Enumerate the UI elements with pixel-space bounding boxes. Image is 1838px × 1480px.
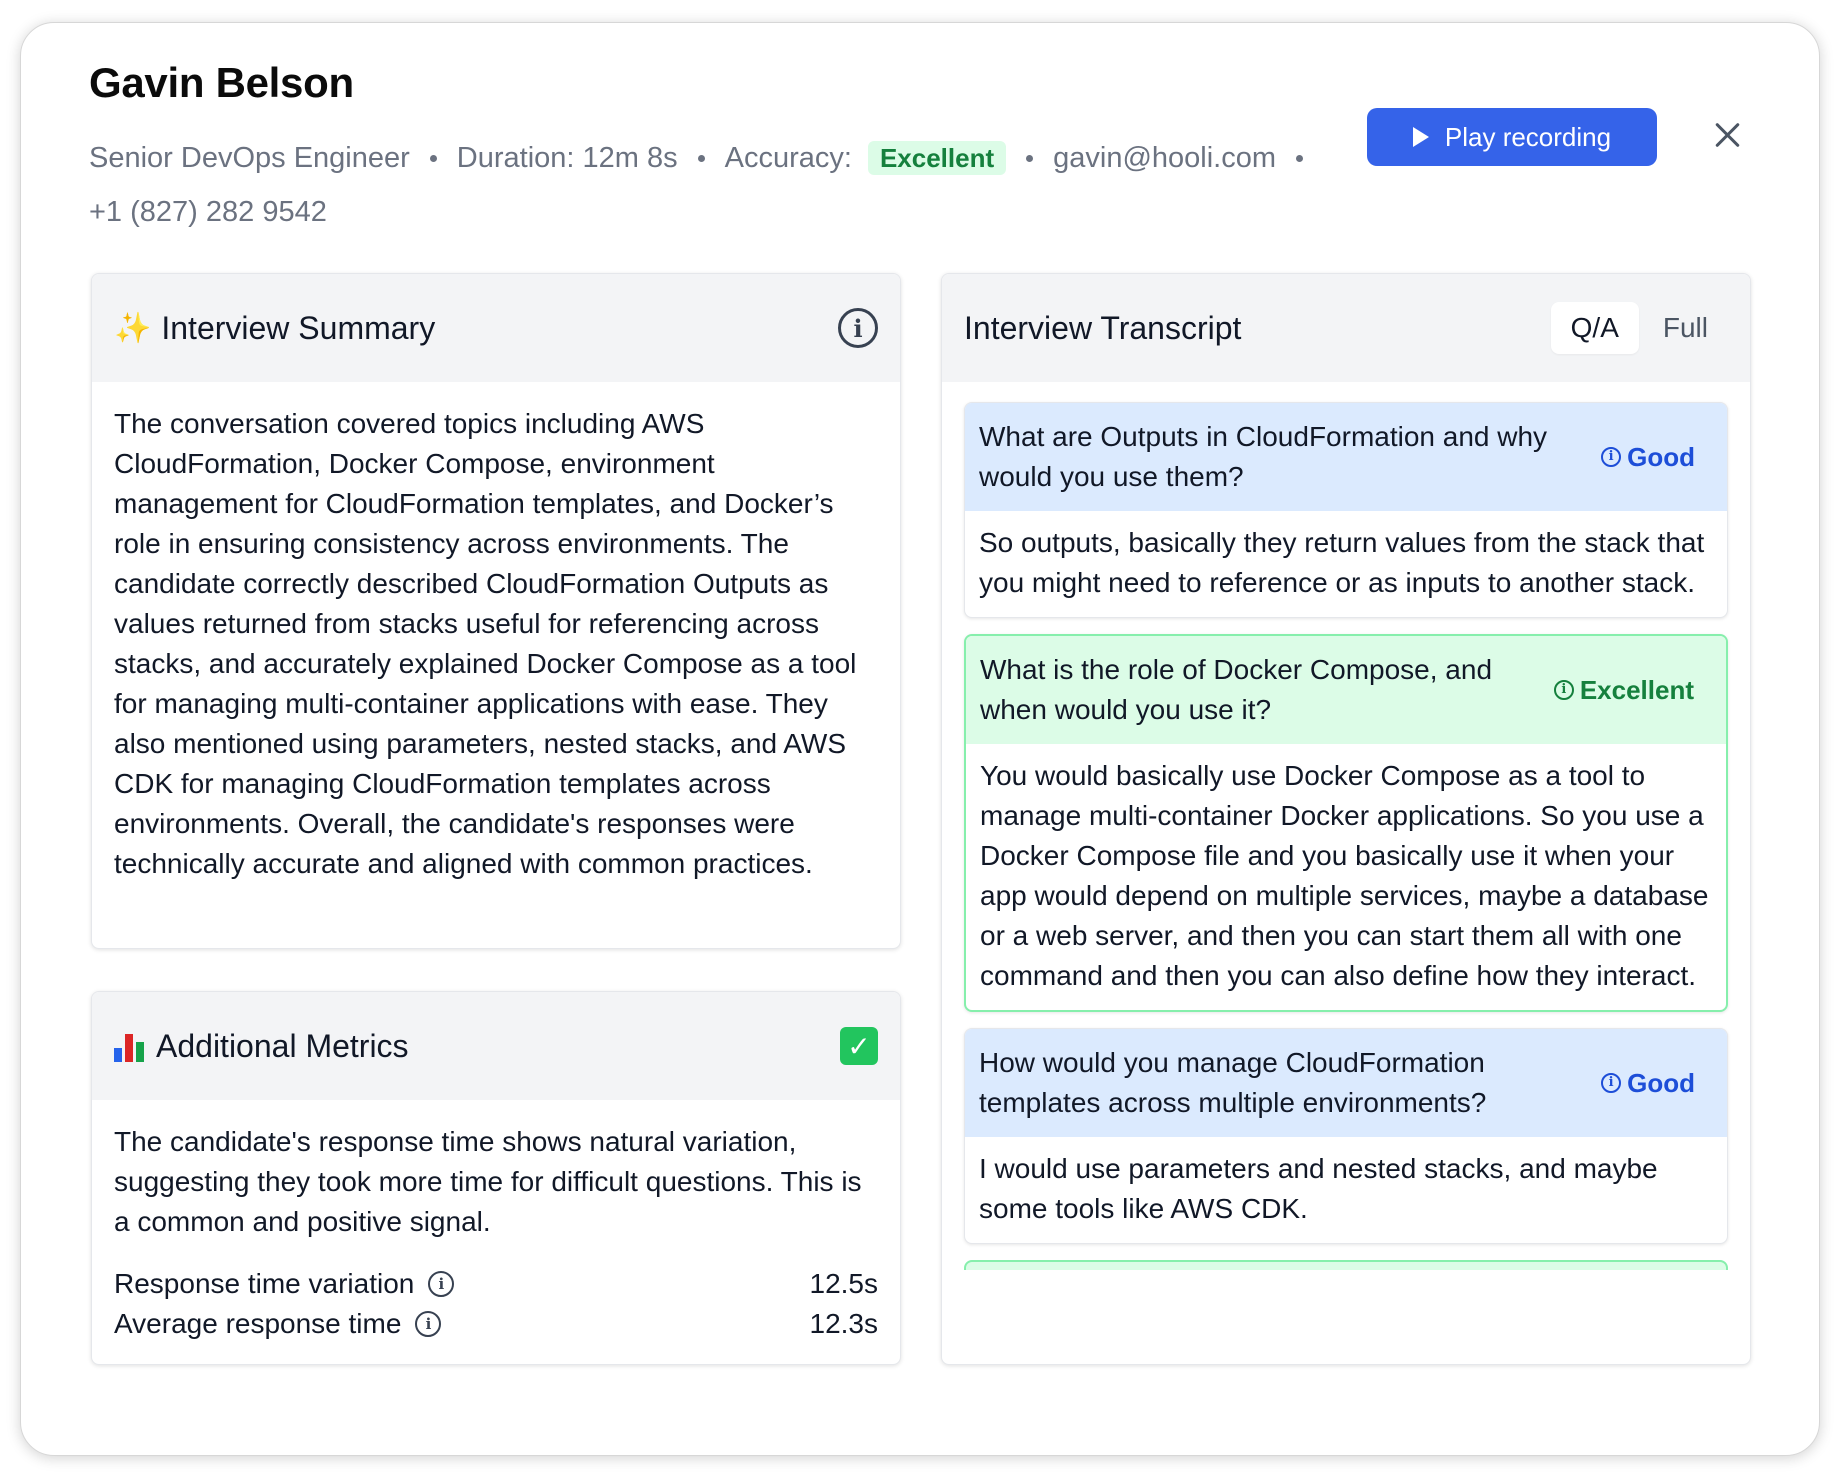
candidate-name: Gavin Belson [89, 59, 354, 106]
play-icon [1412, 127, 1429, 147]
interview-duration: Duration: 12m 8s [456, 142, 678, 174]
rating-badge[interactable]: i Good [1601, 1063, 1713, 1103]
metric-row: Response time variation i 12.5s [114, 1264, 878, 1304]
metric-label: Response time variation i [114, 1264, 455, 1304]
metric-row: Average response time i 12.3s [114, 1304, 878, 1344]
qa-item: What are Outputs in CloudFormation and w… [964, 402, 1728, 618]
separator-dot [429, 154, 437, 162]
metrics-body: The candidate's response time shows natu… [92, 1100, 900, 1364]
qa-list: What are Outputs in CloudFormation and w… [964, 402, 1728, 1270]
qa-question: How would you manage CloudFormation temp… [979, 1047, 1487, 1118]
candidate-email[interactable]: gavin@hooli.com [1053, 131, 1276, 185]
info-icon[interactable]: i [838, 308, 878, 348]
additional-metrics-card: Additional Metrics ✓ The candidate's res… [91, 991, 901, 1365]
rating-badge[interactable]: i Good [1601, 437, 1713, 477]
summary-header: ✨ Interview Summary i [92, 274, 900, 382]
rating-label: Good [1627, 1068, 1695, 1098]
page: Gavin Belson Senior DevOps Engineer Dura… [0, 0, 1838, 1480]
separator-dot [1026, 154, 1034, 162]
close-icon[interactable] [1707, 115, 1747, 155]
qa-item: How would you manage CloudFormation temp… [964, 1028, 1728, 1244]
info-icon[interactable]: i [428, 1271, 455, 1297]
candidate-meta: Senior DevOps Engineer Duration: 12m 8s … [89, 131, 1329, 239]
sparkles-icon: ✨ [114, 311, 152, 345]
metric-label-text: Response time variation [114, 1268, 415, 1299]
bar-chart-icon [114, 1030, 146, 1062]
candidate-role: Senior DevOps Engineer [89, 142, 410, 174]
rating-label: Excellent [1579, 675, 1694, 705]
info-icon: i [1601, 1073, 1622, 1093]
info-icon[interactable]: i [415, 1311, 442, 1337]
metric-label-text: Average response time [114, 1308, 402, 1339]
transcript-view-toggle: Q/A Full [1550, 302, 1728, 354]
info-icon: i [1553, 680, 1574, 700]
metric-value: 12.5s [809, 1268, 879, 1299]
play-recording-label: Play recording [1444, 121, 1612, 152]
separator-dot [697, 154, 705, 162]
qa-item: What is the role of Docker Compose, and … [964, 634, 1728, 1012]
interview-summary-card: ✨ Interview Summary i The conversation c… [91, 273, 901, 949]
qa-question: What are Outputs in CloudFormation and w… [979, 421, 1548, 492]
transcript-header: Interview Transcript Q/A Full [942, 274, 1750, 382]
summary-title: ✨ Interview Summary [114, 310, 435, 347]
tab-qa[interactable]: Q/A [1550, 302, 1639, 354]
metric-value: 12.3s [809, 1308, 879, 1339]
accuracy-badge: Excellent [867, 141, 1007, 175]
qa-question: What is the role of Docker Compose, and … [980, 654, 1493, 725]
metrics-title: Additional Metrics [114, 1028, 409, 1065]
qa-answer: I would use parameters and nested stacks… [979, 1153, 1658, 1224]
candidate-header: Gavin Belson Senior DevOps Engineer Dura… [89, 59, 1349, 239]
qa-item-partial [964, 1260, 1728, 1270]
qa-answer: You would basically use Docker Compose a… [980, 760, 1709, 991]
info-icon: i [1601, 447, 1622, 467]
tab-full[interactable]: Full [1643, 302, 1728, 354]
qa-question-row: What is the role of Docker Compose, and … [966, 636, 1726, 744]
qa-answer: So outputs, basically they return values… [979, 527, 1705, 598]
check-mark-icon: ✓ [840, 1027, 878, 1065]
metrics-title-text: Additional Metrics [156, 1027, 409, 1064]
interview-transcript-card: Interview Transcript Q/A Full What are O… [941, 273, 1751, 1365]
rating-label: Good [1627, 442, 1695, 472]
qa-question-row: What are Outputs in CloudFormation and w… [965, 403, 1727, 511]
candidate-phone: +1 (827) 282 9542 [89, 196, 327, 228]
candidate-detail-modal: Gavin Belson Senior DevOps Engineer Dura… [20, 22, 1820, 1456]
metrics-description: The candidate's response time shows natu… [114, 1126, 862, 1237]
play-recording-button[interactable]: Play recording [1367, 108, 1657, 166]
transcript-title: Interview Transcript [964, 309, 1242, 346]
accuracy-label: Accuracy: [724, 142, 852, 174]
separator-dot [1296, 154, 1304, 162]
qa-question-row: How would you manage CloudFormation temp… [965, 1029, 1727, 1137]
metric-label: Average response time i [114, 1304, 442, 1344]
metrics-header: Additional Metrics ✓ [92, 992, 900, 1100]
summary-title-text: Interview Summary [161, 309, 436, 346]
summary-text: The conversation covered topics includin… [114, 408, 857, 879]
rating-badge[interactable]: i Excellent [1553, 670, 1712, 710]
